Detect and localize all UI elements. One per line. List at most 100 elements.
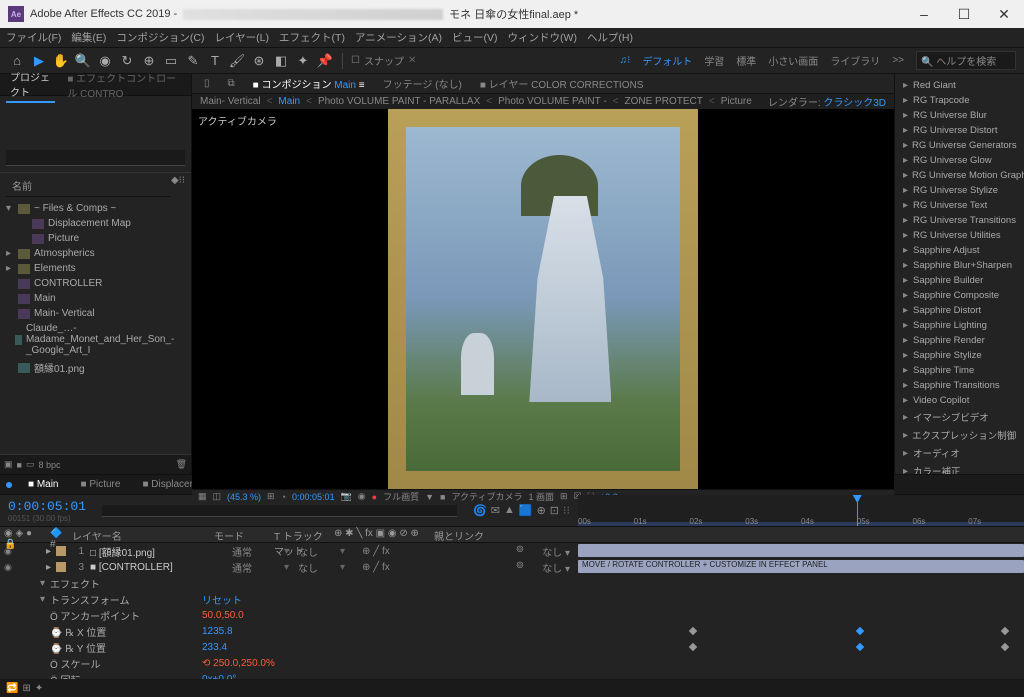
- workspace-tab[interactable]: 小さい画面: [768, 53, 818, 68]
- tlh-icon[interactable]: ⊕: [537, 504, 546, 517]
- breadcrumb[interactable]: Photo VOLUME PAINT - PARALLAX: [318, 96, 480, 107]
- footer-icon[interactable]: ■: [17, 460, 22, 470]
- menu-item[interactable]: 編集(E): [71, 30, 106, 45]
- menu-item[interactable]: ウィンドウ(W): [508, 30, 577, 45]
- tlh-icon[interactable]: ▲: [504, 504, 515, 517]
- menu-item[interactable]: アニメーション(A): [355, 30, 442, 45]
- col-name[interactable]: 名前: [6, 175, 171, 197]
- workspace-tab[interactable]: デフォルト: [642, 53, 692, 68]
- footer-icon[interactable]: ▭: [26, 459, 35, 470]
- fx-category[interactable]: ▸カラー補正: [895, 462, 1024, 474]
- timeline-tab[interactable]: ■ Picture: [75, 477, 127, 492]
- type-tool[interactable]: T: [206, 52, 224, 70]
- tree-item[interactable]: CONTROLLER: [0, 276, 191, 291]
- tlh-icon[interactable]: 🟦: [519, 504, 533, 517]
- vc-icon[interactable]: ▼: [425, 492, 434, 502]
- fx-category[interactable]: ▸Sapphire Builder: [895, 273, 1024, 288]
- property-row[interactable]: Ö 回転 0x+0.0°: [0, 671, 1024, 679]
- workspace-tab[interactable]: >>: [892, 55, 904, 66]
- trash-icon[interactable]: 🗑: [176, 459, 187, 470]
- tree-item[interactable]: Claude_…- Madame_Monet_and_Her_Son_-_Goo…: [0, 321, 191, 358]
- tlf-icon[interactable]: ✦: [35, 683, 43, 694]
- fx-category[interactable]: ▸Sapphire Transitions: [895, 378, 1024, 393]
- menu-item[interactable]: ファイル(F): [6, 30, 61, 45]
- fx-category[interactable]: ▸RG Trapcode: [895, 93, 1024, 108]
- fx-category[interactable]: ▸イマーシブビデオ: [895, 408, 1024, 426]
- vc-icon[interactable]: ▦: [198, 491, 207, 502]
- breadcrumb[interactable]: Main: [278, 96, 300, 107]
- fx-category[interactable]: ▸オーディオ: [895, 444, 1024, 462]
- window-maximize[interactable]: ☐: [944, 0, 984, 28]
- fx-category[interactable]: ▸Sapphire Blur+Sharpen: [895, 258, 1024, 273]
- property-row[interactable]: Ö アンカーポイント 50.0,50.0: [0, 607, 1024, 623]
- vc-icon[interactable]: ■: [440, 492, 445, 502]
- comp-tab[interactable]: ■ コンポジション Main ≡: [247, 74, 371, 93]
- view-count[interactable]: 1 画面: [528, 490, 554, 503]
- snap-toggle[interactable]: ☐スナップ✕: [351, 53, 416, 68]
- menu-item[interactable]: ビュー(V): [452, 30, 498, 45]
- property-row[interactable]: ◂ ◆ ▸ ⌚ ℞ X 位置 1235.8: [0, 623, 1024, 639]
- property-row[interactable]: ▾ トランスフォーム リセット: [0, 591, 1024, 607]
- vc-icon[interactable]: 📷: [341, 491, 352, 502]
- fx-category[interactable]: ▸Sapphire Stylize: [895, 348, 1024, 363]
- fx-category[interactable]: ▸Video Copilot: [895, 393, 1024, 408]
- fx-category[interactable]: ▸Sapphire Adjust: [895, 243, 1024, 258]
- eraser-tool[interactable]: ◧: [272, 52, 290, 70]
- tree-item[interactable]: ▸Elements: [0, 261, 191, 276]
- tree-item[interactable]: Displacement Map: [0, 216, 191, 231]
- menu-item[interactable]: エフェクト(T): [279, 30, 345, 45]
- menu-item[interactable]: ヘルプ(H): [587, 30, 633, 45]
- layer-row[interactable]: ◉ ▸ 3 ■ [CONTROLLER] 通常▾ なし▾ ⊕ ╱ fx ⊚ なし…: [0, 559, 1024, 575]
- fx-category[interactable]: ▸Sapphire Time: [895, 363, 1024, 378]
- tree-item[interactable]: Picture: [0, 231, 191, 246]
- tree-item[interactable]: Main: [0, 291, 191, 306]
- fx-category[interactable]: ▸RG Universe Motion Graphics: [895, 168, 1024, 183]
- zoom-level[interactable]: (45.3 %): [227, 492, 261, 502]
- fx-category[interactable]: ▸RG Universe Blur: [895, 108, 1024, 123]
- fx-category[interactable]: ▸Sapphire Composite: [895, 288, 1024, 303]
- tlf-icon[interactable]: 🔁: [6, 683, 18, 694]
- comp-marker-icon[interactable]: ▯: [198, 76, 216, 91]
- tlh-icon[interactable]: ✉: [491, 504, 500, 517]
- footer-icon[interactable]: ▣: [4, 459, 13, 470]
- tree-item[interactable]: 額縁01.png: [0, 358, 191, 377]
- timeline-tab[interactable]: ■ Main: [22, 477, 65, 492]
- layer-tab[interactable]: ■ レイヤー COLOR CORRECTIONS: [474, 74, 650, 93]
- vc-icon[interactable]: ◉: [358, 491, 366, 502]
- menu-item[interactable]: コンポジション(C): [116, 30, 204, 45]
- fx-category[interactable]: ▸Sapphire Distort: [895, 303, 1024, 318]
- tlf-icon[interactable]: ⊞: [22, 683, 30, 694]
- breadcrumb[interactable]: ZONE PROTECT: [625, 96, 703, 107]
- clone-tool[interactable]: ⊛: [250, 52, 268, 70]
- brush-tool[interactable]: 🖌: [228, 52, 246, 70]
- pen-tool[interactable]: ✎: [184, 52, 202, 70]
- tl-dot[interactable]: [6, 482, 12, 488]
- window-minimize[interactable]: –: [904, 0, 944, 28]
- property-row[interactable]: Ö スケール ⟲ 250.0,250.0%: [0, 655, 1024, 671]
- tree-item[interactable]: ▸Atmospherics: [0, 246, 191, 261]
- fx-category[interactable]: ▸エクスプレッション制御: [895, 426, 1024, 444]
- roto-tool[interactable]: ✦: [294, 52, 312, 70]
- fx-category[interactable]: ▸RG Universe Utilities: [895, 228, 1024, 243]
- breadcrumb[interactable]: Picture: [721, 96, 752, 107]
- vc-icon[interactable]: ◔: [281, 492, 286, 502]
- bpc[interactable]: 8 bpc: [38, 460, 60, 470]
- col-parent[interactable]: 親とリンク: [430, 527, 540, 542]
- footage-tab[interactable]: フッテージ (なし): [377, 74, 468, 93]
- menu-item[interactable]: レイヤー(L): [215, 30, 270, 45]
- tlh-icon[interactable]: 🌀: [473, 504, 487, 517]
- vc-icon[interactable]: ◫: [213, 491, 222, 502]
- col-layer[interactable]: レイヤー名: [68, 527, 210, 542]
- fx-category[interactable]: ▸RG Universe Transitions: [895, 213, 1024, 228]
- current-time[interactable]: 0:00:05:01: [292, 492, 335, 502]
- puppet-tool[interactable]: 📌: [316, 52, 334, 70]
- property-row[interactable]: ▾ エフェクト: [0, 575, 1024, 591]
- fx-category[interactable]: ▸RG Universe Distort: [895, 123, 1024, 138]
- vc-icon[interactable]: ⊞: [560, 491, 568, 502]
- fx-category[interactable]: ▸Red Giant: [895, 78, 1024, 93]
- renderer[interactable]: レンダラー: クラシック3D: [768, 94, 886, 109]
- resolution[interactable]: フル画質: [383, 490, 419, 503]
- fx-category[interactable]: ▸RG Universe Generators: [895, 138, 1024, 153]
- fx-category[interactable]: ▸Sapphire Lighting: [895, 318, 1024, 333]
- tlh-icon[interactable]: ⊡: [550, 504, 559, 517]
